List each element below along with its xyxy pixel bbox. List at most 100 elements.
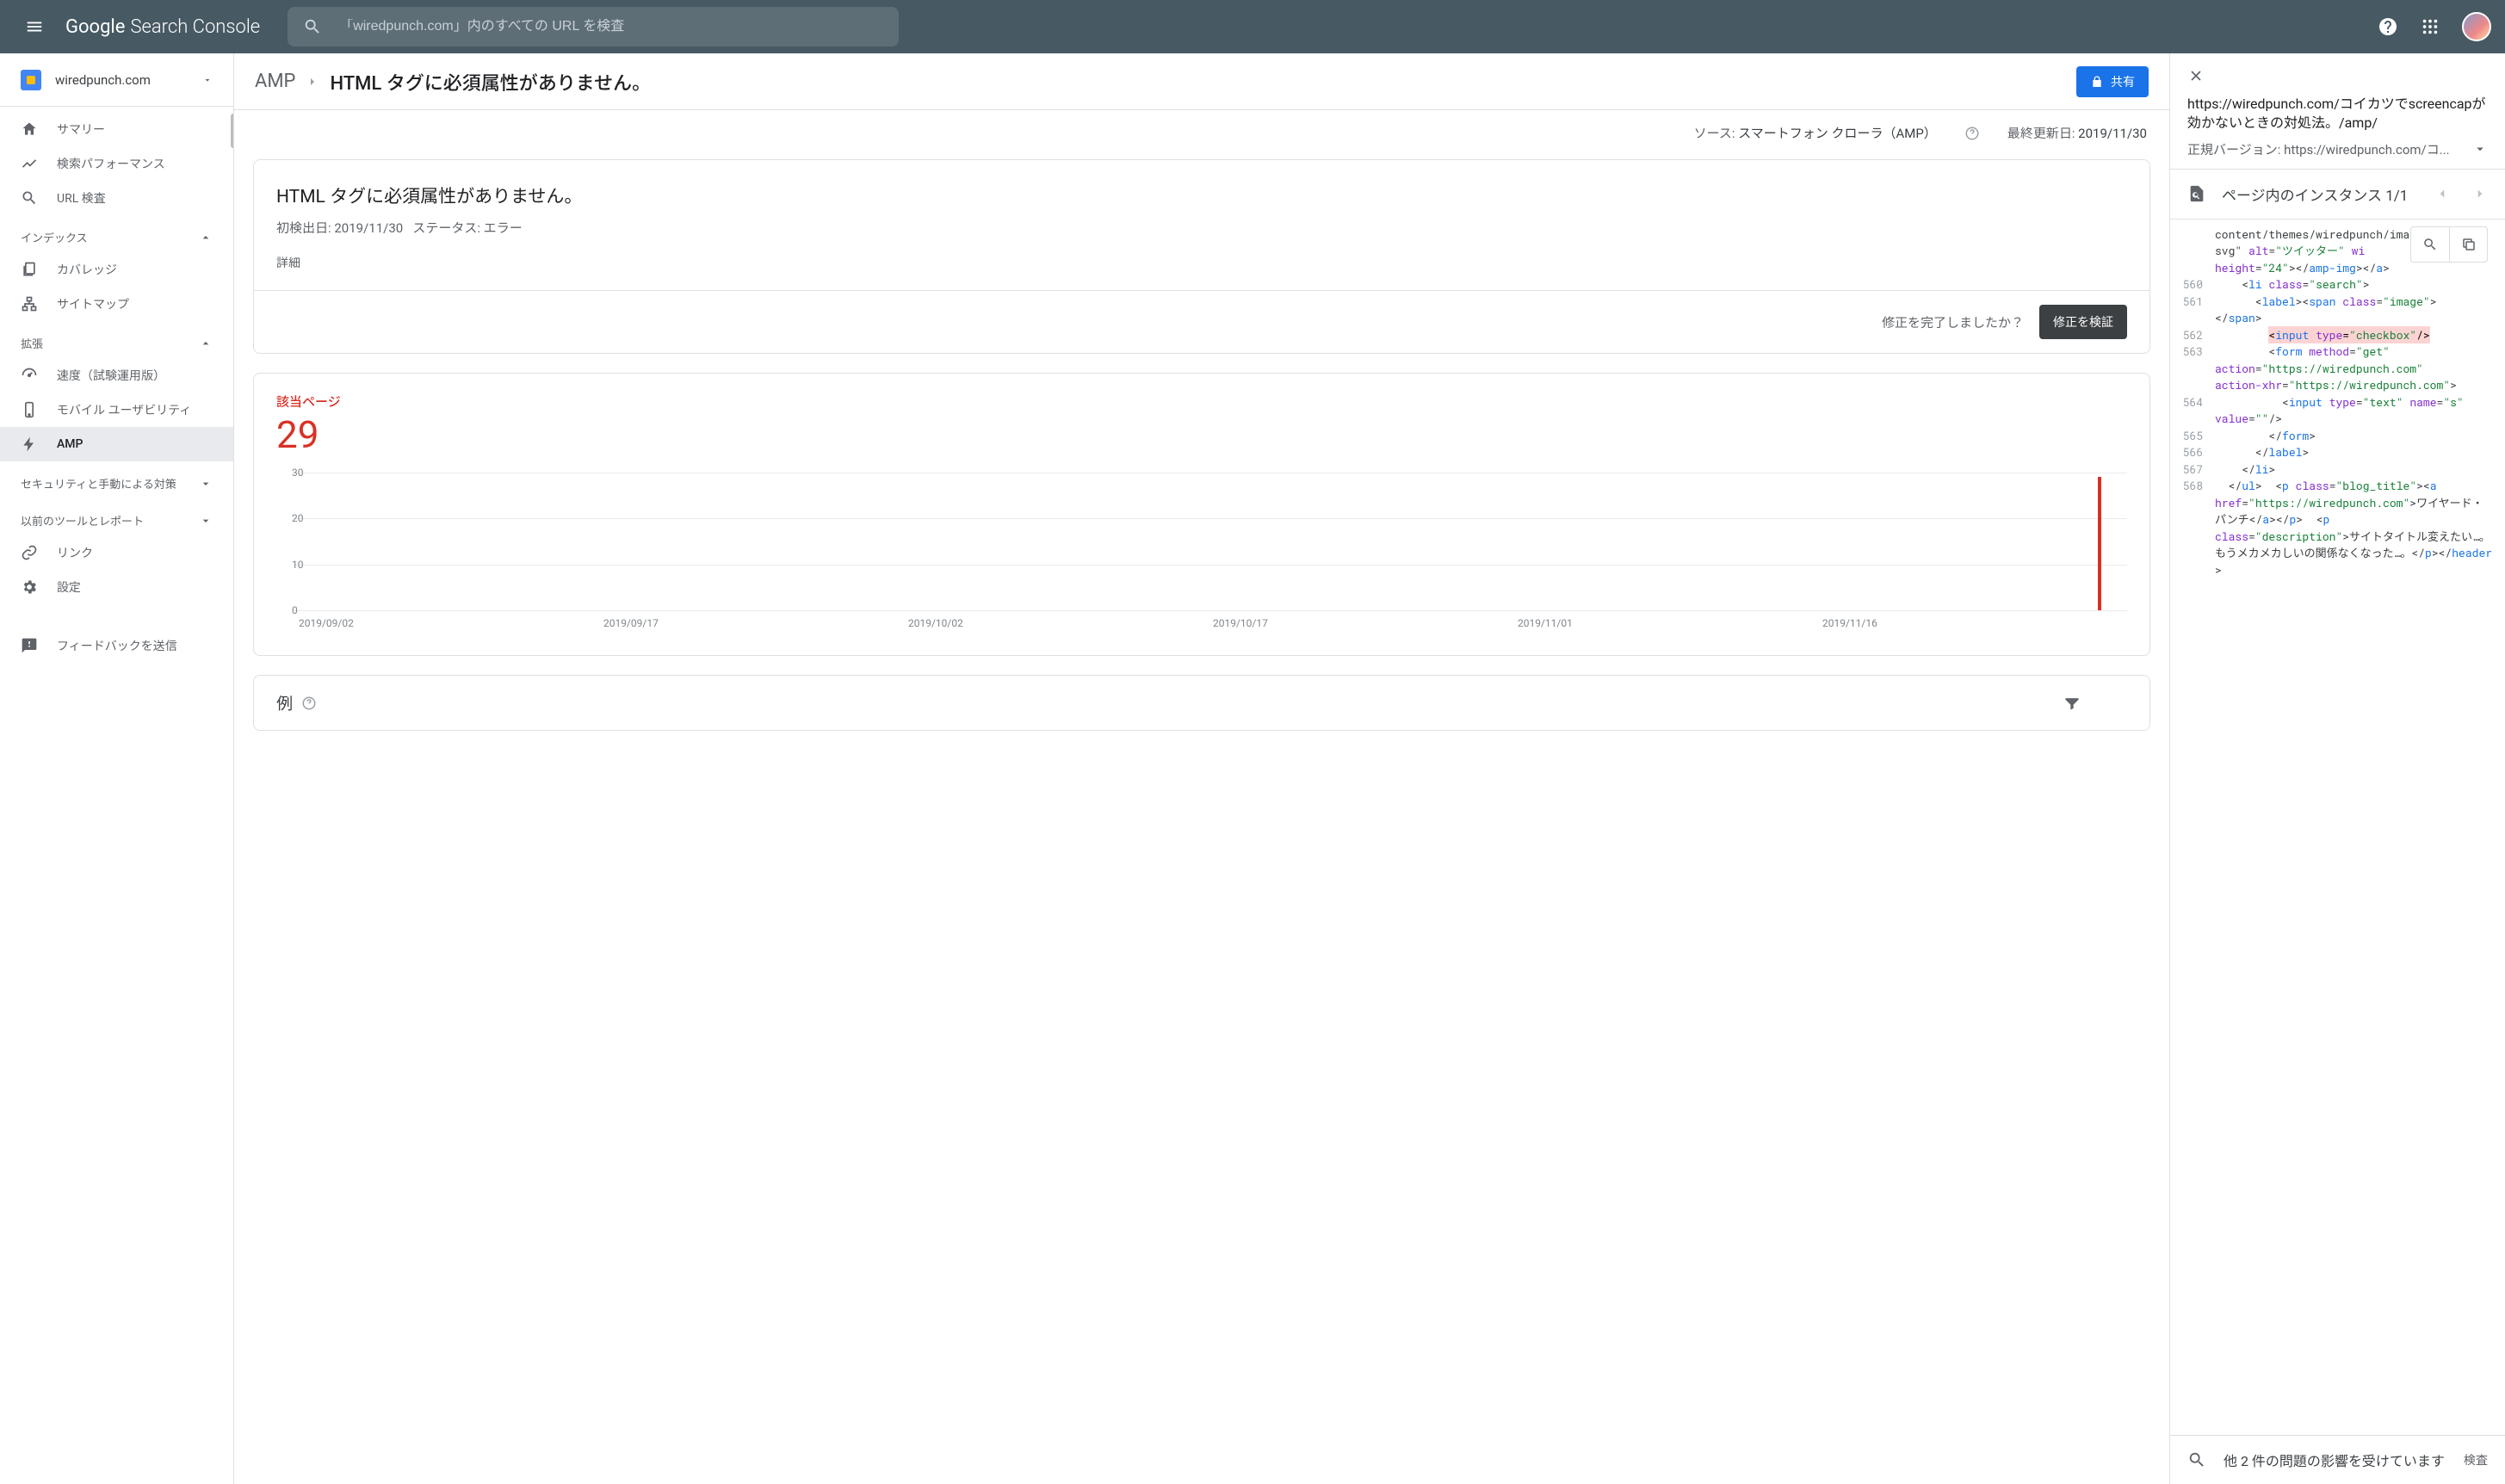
sidebar-item-label: サマリー <box>57 121 105 138</box>
help-outline-icon[interactable] <box>1964 126 1980 141</box>
search-input[interactable] <box>339 19 883 34</box>
share-button[interactable]: 共有 <box>2076 66 2149 97</box>
sidebar-item-label: 検索パフォーマンス <box>57 155 165 172</box>
sidebar-item-label: URL 検査 <box>57 189 106 207</box>
detail-panel: https://wiredpunch.com/コイカツでscreencapが効か… <box>2169 53 2505 1484</box>
sidebar-item-amp[interactable]: AMP <box>0 427 233 461</box>
examples-title: 例 <box>276 691 293 714</box>
sidebar-item-speed[interactable]: 速度（試験運用版） <box>0 358 233 393</box>
app-header: Google Search Console <box>0 0 2505 53</box>
property-favicon <box>21 70 41 90</box>
issue-summary-card: HTML タグに必須属性がありません。 初検出日: 2019/11/30 ステー… <box>253 159 2150 354</box>
caret-down-icon <box>202 75 213 85</box>
property-selector[interactable]: wiredpunch.com <box>0 53 233 107</box>
source-info: ソース: スマートフォン クローラ（AMP） <box>1694 124 1937 142</box>
chevron-down-icon <box>199 477 213 491</box>
breadcrumb-bar: AMP HTML タグに必須属性がありません。 共有 <box>234 53 2169 110</box>
gauge-icon <box>21 367 38 384</box>
pages-icon <box>21 261 38 278</box>
home-icon <box>21 121 38 138</box>
sidebar-item-links[interactable]: リンク <box>0 535 233 570</box>
help-icon[interactable] <box>2378 16 2398 37</box>
trend-icon <box>21 155 38 172</box>
filter-icon[interactable] <box>2063 695 2081 712</box>
instances-label: ページ内のインスタンス 1/1 <box>2222 183 2419 205</box>
chevron-right-icon <box>306 75 319 89</box>
issue-title: HTML タグに必須属性がありません。 <box>276 182 2127 208</box>
last-updated: 最終更新日: 2019/11/30 <box>2007 124 2147 142</box>
amp-icon <box>21 436 38 453</box>
copy-icon[interactable] <box>2449 227 2487 262</box>
find-in-page-icon <box>2187 184 2206 203</box>
other-issues-row[interactable]: 他 2 件の問題の影響を受けています 検査 <box>2170 1435 2505 1484</box>
section-index[interactable]: インデックス <box>0 215 233 252</box>
sidebar-item-summary[interactable]: サマリー <box>0 112 233 146</box>
product-logo: Google Search Console <box>65 16 260 38</box>
chart: 0102030 2019/09/022019/09/172019/10/0220… <box>276 473 2127 645</box>
sidebar-item-label: 速度（試験運用版） <box>57 367 165 384</box>
validate-button[interactable]: 修正を検証 <box>2039 305 2127 339</box>
chevron-up-icon <box>199 231 213 244</box>
canonical-row[interactable]: 正規バージョン: https://wiredpunch.com/コ... <box>2187 140 2488 158</box>
inspect-link[interactable]: 検査 <box>2464 1451 2488 1469</box>
sidebar-item-feedback[interactable]: フィードバックを送信 <box>0 628 233 663</box>
sitemap-icon <box>21 295 38 312</box>
main: AMP HTML タグに必須属性がありません。 共有 ソース: スマートフォン … <box>234 53 2169 1484</box>
sidebar-item-sitemap[interactable]: サイトマップ <box>0 287 233 321</box>
sidebar-item-label: モバイル ユーザビリティ <box>57 401 191 418</box>
link-icon <box>21 544 38 561</box>
url-inspect-bar[interactable] <box>288 7 899 46</box>
sidebar-item-url-inspect[interactable]: URL 検査 <box>0 181 233 215</box>
meta-row: ソース: スマートフォン クローラ（AMP） 最終更新日: 2019/11/30 <box>234 110 2169 159</box>
sidebar-item-label: フィードバックを送信 <box>57 637 177 654</box>
detail-url: https://wiredpunch.com/コイカツでscreencapが効か… <box>2187 95 2488 133</box>
lock-icon <box>2090 75 2104 89</box>
sidebar-item-coverage[interactable]: カバレッジ <box>0 252 233 287</box>
issue-status: ステータス: エラー <box>412 220 522 236</box>
sidebar-item-label: カバレッジ <box>57 261 117 278</box>
detail-link[interactable]: 詳細 <box>276 254 300 271</box>
scrollbar-thumb[interactable] <box>231 114 234 148</box>
breadcrumb-parent[interactable]: AMP <box>255 71 295 92</box>
logo-google: Google <box>65 16 125 38</box>
download-icon[interactable] <box>2110 695 2127 712</box>
first-detected: 初検出日: 2019/11/30 <box>276 220 403 236</box>
section-security[interactable]: セキュリティと手動による対策 <box>0 461 233 498</box>
chevron-right-icon[interactable] <box>2472 186 2488 201</box>
sidebar-item-label: 設定 <box>57 578 81 596</box>
header-actions <box>2378 12 2491 41</box>
mobile-icon <box>21 401 38 418</box>
affected-pages-card: 該当ページ 29 0102030 2019/09/022019/09/17201… <box>253 373 2150 656</box>
chevron-up-icon <box>199 337 213 350</box>
help-outline-icon[interactable] <box>301 696 317 711</box>
code-tools <box>2410 226 2488 263</box>
close-icon[interactable] <box>2187 67 2205 84</box>
chart-count: 29 <box>276 412 2127 457</box>
feedback-icon <box>21 637 38 654</box>
search-icon <box>303 17 322 36</box>
code-search-icon[interactable] <box>2411 227 2449 262</box>
sidebar-item-label: サイトマップ <box>57 295 129 312</box>
section-enhancements[interactable]: 拡張 <box>0 321 233 358</box>
chart-label: 該当ページ <box>276 393 2127 411</box>
instances-row: ページ内のインスタンス 1/1 <box>2170 170 2505 220</box>
apps-icon[interactable] <box>2421 17 2440 36</box>
sidebar-item-settings[interactable]: 設定 <box>0 570 233 604</box>
property-name: wiredpunch.com <box>55 72 189 88</box>
search-icon <box>2187 1450 2206 1469</box>
chevron-left-icon[interactable] <box>2434 186 2450 201</box>
sidebar-item-label: リンク <box>57 544 93 561</box>
section-legacy[interactable]: 以前のツールとレポート <box>0 498 233 535</box>
validation-prompt: 修正を完了しましたか？ <box>1882 313 2024 331</box>
logo-product: Search Console <box>130 16 260 38</box>
avatar[interactable] <box>2462 12 2491 41</box>
sidebar-item-mobile[interactable]: モバイル ユーザビリティ <box>0 393 233 427</box>
sidebar-item-label: AMP <box>57 437 83 451</box>
sidebar: wiredpunch.com サマリー 検索パフォーマンス URL 検査 インデ… <box>0 53 234 1484</box>
code-viewer[interactable]: content/themes/wiredpunch/images/twitter… <box>2170 220 2505 1435</box>
examples-card: 例 <box>253 675 2150 731</box>
chevron-down-icon <box>199 514 213 528</box>
sidebar-item-performance[interactable]: 検索パフォーマンス <box>0 146 233 181</box>
menu-icon[interactable] <box>14 6 55 47</box>
chevron-down-icon <box>2472 141 2488 157</box>
